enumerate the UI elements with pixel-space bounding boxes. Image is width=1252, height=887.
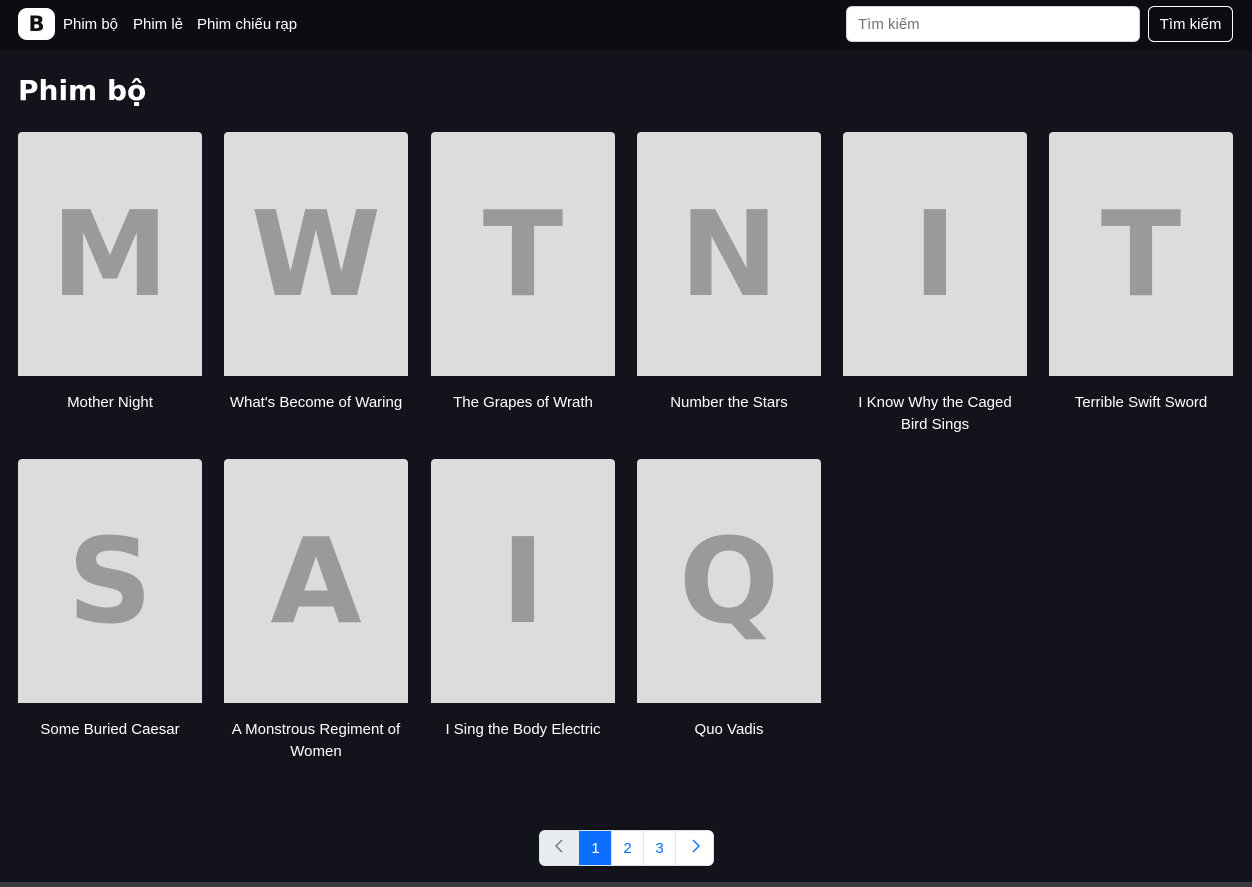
movie-title[interactable]: Mother Night — [20, 392, 200, 414]
pagination-next-button[interactable] — [675, 831, 713, 865]
movie-card[interactable]: T The Grapes of Wrath — [431, 132, 615, 442]
movie-card[interactable]: W What's Become of Waring — [224, 132, 408, 442]
movie-card[interactable]: M Mother Night — [18, 132, 202, 442]
movie-title[interactable]: I Know Why the Caged Bird Sings — [845, 392, 1025, 436]
pagination: 1 2 3 — [539, 830, 714, 866]
movie-poster[interactable]: T — [1049, 132, 1233, 376]
movie-poster[interactable]: N — [637, 132, 821, 376]
movie-poster[interactable]: S — [18, 459, 202, 703]
movie-card[interactable]: Q Quo Vadis — [637, 459, 821, 769]
search-input[interactable] — [846, 6, 1140, 42]
movie-title[interactable]: Quo Vadis — [639, 719, 819, 741]
movie-poster[interactable]: Q — [637, 459, 821, 703]
movie-title[interactable]: A Monstrous Regiment of Women — [226, 719, 406, 763]
search-button[interactable]: Tìm kiếm — [1148, 6, 1233, 42]
chevron-right-icon — [689, 839, 701, 857]
movie-card[interactable]: N Number the Stars — [637, 132, 821, 442]
movie-poster[interactable]: I — [431, 459, 615, 703]
movie-poster[interactable]: I — [843, 132, 1027, 376]
nav-link-phim-bo[interactable]: Phim bộ — [63, 16, 118, 33]
movie-poster[interactable]: T — [431, 132, 615, 376]
movie-card[interactable]: A A Monstrous Regiment of Women — [224, 459, 408, 769]
movie-poster[interactable]: M — [18, 132, 202, 376]
movie-title[interactable]: Some Buried Caesar — [20, 719, 200, 741]
nav-link-phim-chieu-rap[interactable]: Phim chiếu rạp — [197, 16, 297, 33]
movie-title[interactable]: Number the Stars — [639, 392, 819, 414]
brand-logo[interactable]: B — [18, 8, 55, 40]
movie-card[interactable]: T Terrible Swift Sword — [1049, 132, 1233, 442]
movie-card[interactable]: S Some Buried Caesar — [18, 459, 202, 769]
movie-card[interactable]: I I Know Why the Caged Bird Sings — [843, 132, 1027, 442]
pagination-page-1[interactable]: 1 — [579, 831, 611, 865]
movie-poster[interactable]: W — [224, 132, 408, 376]
nav-link-phim-le[interactable]: Phim lẻ — [133, 16, 183, 33]
movie-card[interactable]: I I Sing the Body Electric — [431, 459, 615, 769]
movie-title[interactable]: I Sing the Body Electric — [433, 719, 613, 741]
movie-poster[interactable]: A — [224, 459, 408, 703]
pagination-page-3[interactable]: 3 — [643, 831, 675, 865]
pagination-page-2[interactable]: 2 — [611, 831, 643, 865]
movie-title[interactable]: The Grapes of Wrath — [433, 392, 613, 414]
navbar: B Phim bộ Phim lẻ Phim chiếu rạp Tìm kiế… — [0, 0, 1252, 50]
pagination-prev-button[interactable] — [540, 831, 579, 865]
movie-title[interactable]: What's Become of Waring — [226, 392, 406, 414]
chevron-left-icon — [554, 839, 566, 857]
footer-strip — [0, 882, 1252, 887]
page-title: Phim bộ — [18, 74, 147, 107]
movie-title[interactable]: Terrible Swift Sword — [1051, 392, 1231, 414]
